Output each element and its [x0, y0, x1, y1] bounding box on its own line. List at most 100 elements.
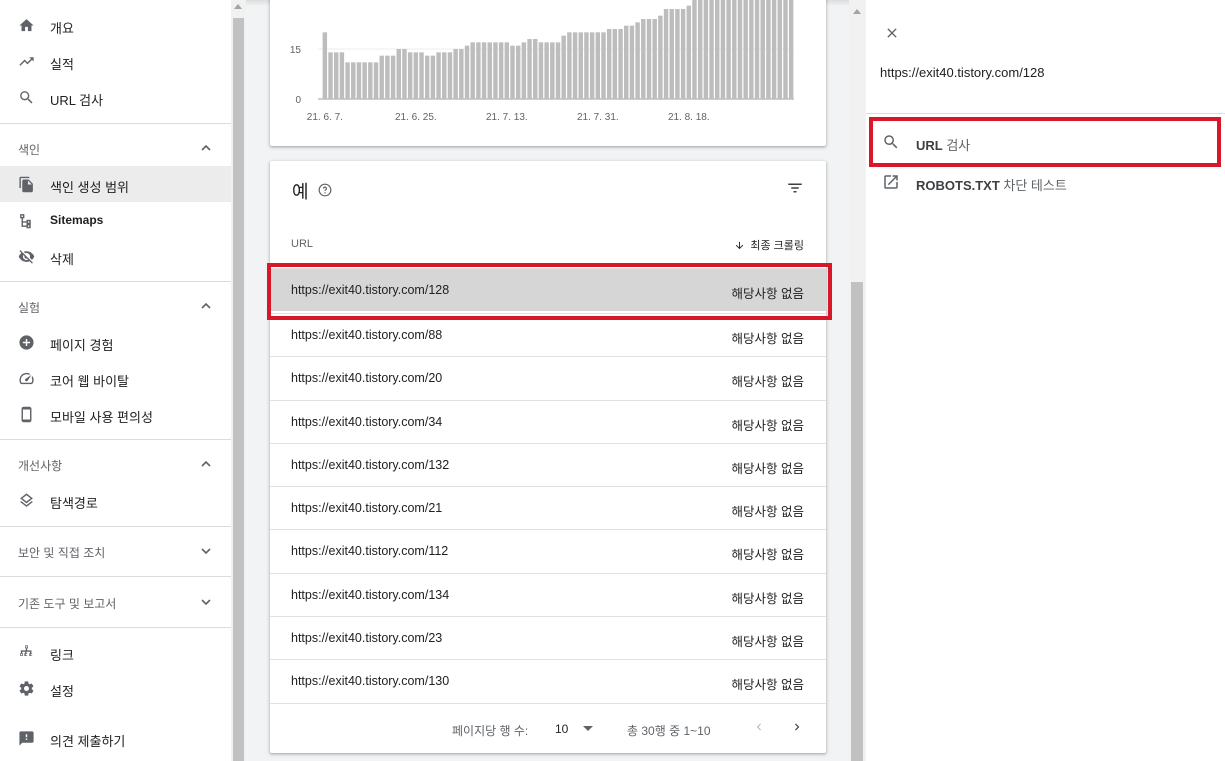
- sidebar-item-removals[interactable]: 삭제: [0, 238, 231, 274]
- chart-bar[interactable]: [732, 0, 737, 99]
- filter-list-icon[interactable]: [786, 179, 804, 197]
- chart-bar[interactable]: [652, 19, 657, 99]
- chart-bar[interactable]: [521, 42, 527, 99]
- chart-bar[interactable]: [646, 19, 652, 99]
- chart-bar[interactable]: [328, 52, 333, 99]
- chart-bar[interactable]: [595, 32, 601, 100]
- section-header-experience[interactable]: 실험: [0, 291, 231, 321]
- chart-bar[interactable]: [322, 32, 328, 100]
- chart-bar[interactable]: [561, 35, 566, 99]
- chart-bar[interactable]: [504, 42, 510, 99]
- chart-bar[interactable]: [783, 0, 788, 99]
- chart-bar[interactable]: [481, 42, 487, 99]
- table-row[interactable]: https://exit40.tistory.com/20 해당사항 없음: [270, 356, 826, 399]
- chart-bar[interactable]: [527, 39, 532, 99]
- table-row[interactable]: https://exit40.tistory.com/34 해당사항 없음: [270, 400, 826, 443]
- chart-bar[interactable]: [663, 9, 669, 99]
- sidebar-item-page-experience[interactable]: 페이지 경험: [0, 324, 231, 360]
- chart-bar[interactable]: [447, 52, 453, 99]
- chart-bar[interactable]: [715, 0, 720, 99]
- chart-bar[interactable]: [333, 52, 339, 99]
- chart-bar[interactable]: [538, 42, 544, 99]
- rows-per-page-select[interactable]: 10: [555, 722, 568, 736]
- chart-bar[interactable]: [339, 52, 345, 99]
- chart-bar[interactable]: [635, 22, 640, 99]
- chart-bar[interactable]: [675, 9, 680, 99]
- chart-bar[interactable]: [612, 29, 618, 99]
- chart-bar[interactable]: [692, 0, 697, 99]
- scroll-up-arrow-icon[interactable]: [853, 9, 861, 14]
- help-icon[interactable]: [318, 183, 332, 197]
- chart-bar[interactable]: [749, 0, 754, 99]
- chart-bar[interactable]: [697, 0, 703, 99]
- chart-bar[interactable]: [362, 62, 367, 99]
- chart-bar[interactable]: [464, 45, 470, 99]
- chart-bar[interactable]: [589, 32, 595, 100]
- sidebar-item-url-inspection[interactable]: URL 검사: [0, 79, 231, 115]
- chart-bar[interactable]: [766, 0, 771, 99]
- sidebar-item-overview[interactable]: 개요: [0, 7, 231, 43]
- table-row[interactable]: https://exit40.tistory.com/134 해당사항 없음: [270, 573, 826, 616]
- sidebar-item-coverage[interactable]: 색인 생성 범위: [0, 166, 231, 202]
- chart-bar[interactable]: [442, 52, 447, 99]
- chart-bar[interactable]: [669, 9, 674, 99]
- chart-bar[interactable]: [436, 52, 441, 99]
- chart-bar[interactable]: [533, 39, 538, 99]
- chart-bar[interactable]: [726, 0, 731, 99]
- chart-bar[interactable]: [459, 49, 464, 99]
- chart-bar[interactable]: [703, 0, 709, 99]
- chart-bar[interactable]: [470, 42, 475, 99]
- chart-bar[interactable]: [385, 55, 390, 99]
- sidebar-item-feedback[interactable]: 의견 제출하기: [0, 720, 231, 756]
- chart-bar[interactable]: [601, 32, 606, 100]
- sidebar-item-breadcrumbs[interactable]: 탐색경로: [0, 482, 231, 518]
- chart-bar[interactable]: [624, 25, 629, 100]
- scroll-up-arrow-icon[interactable]: [234, 4, 242, 9]
- sidebar-item-links[interactable]: 링크: [0, 634, 231, 670]
- chart-bar[interactable]: [777, 0, 783, 99]
- chart-bar[interactable]: [498, 42, 504, 99]
- chart-bar[interactable]: [555, 42, 561, 99]
- chart-bar[interactable]: [493, 42, 498, 99]
- robots-txt-test-button[interactable]: ROBOTS.TXT 차단 테스트: [866, 164, 1225, 200]
- chart-bar[interactable]: [419, 52, 424, 99]
- chart-bar[interactable]: [396, 49, 401, 99]
- chart-bar[interactable]: [606, 29, 612, 99]
- table-row[interactable]: https://exit40.tistory.com/21 해당사항 없음: [270, 486, 826, 529]
- section-header-security[interactable]: 보안 및 직접 조치: [0, 536, 231, 566]
- chart-bar[interactable]: [544, 42, 549, 99]
- chart-bar[interactable]: [771, 0, 777, 99]
- section-header-index[interactable]: 색인: [0, 133, 231, 163]
- dropdown-arrow-icon[interactable]: [583, 726, 593, 731]
- sidebar-item-settings[interactable]: 설정: [0, 670, 231, 706]
- chart-bar[interactable]: [379, 55, 384, 99]
- chart-bar[interactable]: [351, 62, 356, 99]
- chart-bar[interactable]: [510, 45, 515, 99]
- column-header-url[interactable]: URL: [291, 238, 313, 250]
- chart-bar[interactable]: [430, 55, 436, 99]
- scrollbar-thumb[interactable]: [233, 18, 244, 761]
- chart-bar[interactable]: [424, 55, 430, 99]
- chart-bar[interactable]: [686, 5, 692, 100]
- chart-bar[interactable]: [572, 32, 578, 100]
- sidebar-item-core-web-vitals[interactable]: 코어 웹 바이탈: [0, 360, 231, 396]
- table-row[interactable]: https://exit40.tistory.com/130 해당사항 없음: [270, 659, 826, 702]
- close-icon[interactable]: [884, 25, 900, 41]
- chart-bar[interactable]: [356, 62, 362, 99]
- section-header-legacy[interactable]: 기존 도구 및 보고서: [0, 587, 231, 617]
- sidebar-item-performance[interactable]: 실적: [0, 43, 231, 79]
- chart-bar[interactable]: [743, 0, 748, 99]
- chart-bar[interactable]: [373, 62, 379, 99]
- chart-bar[interactable]: [641, 19, 646, 99]
- chart-bar[interactable]: [658, 15, 663, 100]
- sidebar-item-mobile-usability[interactable]: 모바일 사용 편의성: [0, 396, 231, 432]
- chart-bar[interactable]: [754, 0, 760, 99]
- chart-bar[interactable]: [368, 62, 373, 99]
- chart-bar[interactable]: [680, 9, 686, 99]
- chart-bar[interactable]: [550, 42, 555, 99]
- chart-bar[interactable]: [413, 52, 419, 99]
- chart-bar[interactable]: [618, 29, 623, 99]
- main-scrollbar[interactable]: [849, 0, 865, 761]
- chart-bar[interactable]: [402, 49, 407, 99]
- chart-bar[interactable]: [578, 32, 583, 100]
